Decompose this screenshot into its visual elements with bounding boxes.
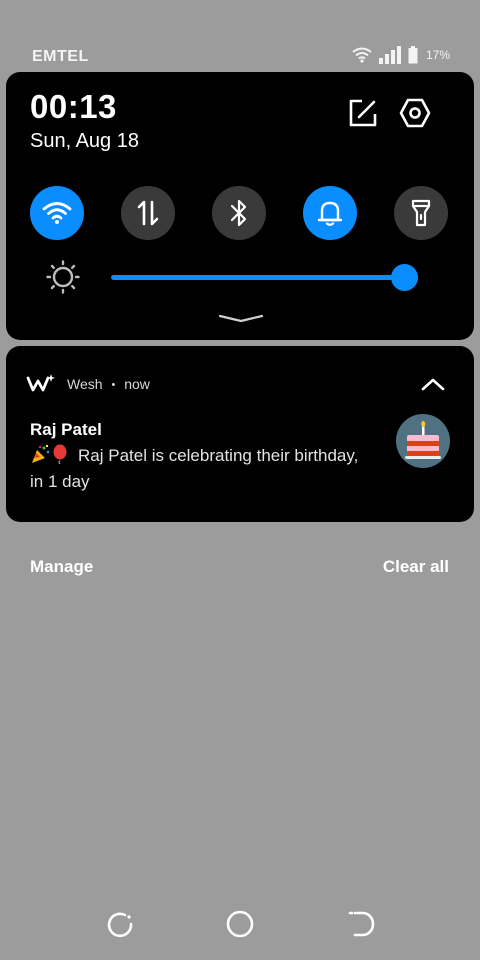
manage-button[interactable]: Manage: [30, 557, 93, 577]
balloon-icon: [53, 444, 67, 464]
home-button[interactable]: [224, 908, 256, 940]
tile-bluetooth[interactable]: [212, 186, 266, 240]
bell-icon: [317, 201, 343, 226]
clock[interactable]: 00:13: [30, 88, 117, 126]
date[interactable]: Sun, Aug 18: [30, 130, 139, 153]
tile-mobile-data[interactable]: [121, 186, 175, 240]
wifi-icon: [42, 202, 72, 224]
navigation-bar: [0, 890, 480, 960]
quick-settings-tiles: [30, 186, 450, 242]
settings-button[interactable]: [398, 96, 432, 130]
chevron-up-icon: [421, 378, 445, 391]
bluetooth-icon: [230, 199, 247, 227]
settings-icon: [399, 98, 431, 128]
expand-handle[interactable]: [218, 312, 264, 324]
header-separator: •: [111, 379, 116, 391]
home-icon: [226, 910, 254, 938]
status-bar: EMTEL 17%: [0, 40, 480, 70]
recent-apps-button[interactable]: [104, 908, 136, 940]
notification-time: now: [124, 376, 150, 392]
back-icon: [348, 911, 375, 937]
birthday-cake-icon: [405, 421, 441, 459]
signal-icon: [378, 46, 401, 64]
party-popper-icon: [32, 445, 50, 463]
quick-settings-panel: 00:13 Sun, Aug 18: [6, 72, 474, 340]
notification-header: Wesh • now: [67, 376, 150, 392]
tile-wifi[interactable]: [30, 186, 84, 240]
app-name: Wesh: [67, 376, 103, 392]
status-icons: 17%: [352, 46, 450, 64]
collapse-button[interactable]: [418, 372, 448, 396]
birthday-cake-avatar: [396, 414, 450, 468]
chevron-down-icon: [218, 314, 264, 323]
notification-title: Raj Patel: [30, 420, 102, 439]
brightness-slider-thumb[interactable]: [391, 264, 418, 291]
back-button[interactable]: [343, 908, 375, 940]
edit-button[interactable]: [346, 96, 380, 130]
battery-icon: [408, 46, 418, 64]
data-transfer-icon: [137, 200, 159, 226]
notification-body: Raj Patel is celebrating their birthday,…: [30, 443, 360, 495]
carrier-name: EMTEL: [32, 48, 89, 65]
recent-apps-icon: [107, 912, 133, 938]
tile-notifications[interactable]: [303, 186, 357, 240]
wifi-icon: [352, 47, 372, 63]
flashlight-icon: [411, 199, 431, 227]
edit-icon: [349, 99, 377, 127]
brightness-icon: [46, 260, 80, 294]
tile-flashlight[interactable]: [394, 186, 448, 240]
wesh-app-icon: [26, 372, 56, 394]
notification-card[interactable]: Wesh • now Raj Patel Raj Patel is celebr…: [6, 346, 474, 522]
notification-body-text: Raj Patel is celebrating their birthday,…: [30, 446, 359, 491]
brightness-slider-track[interactable]: [111, 275, 407, 280]
battery-percentage: 17%: [425, 48, 450, 62]
clear-all-button[interactable]: Clear all: [383, 557, 449, 577]
